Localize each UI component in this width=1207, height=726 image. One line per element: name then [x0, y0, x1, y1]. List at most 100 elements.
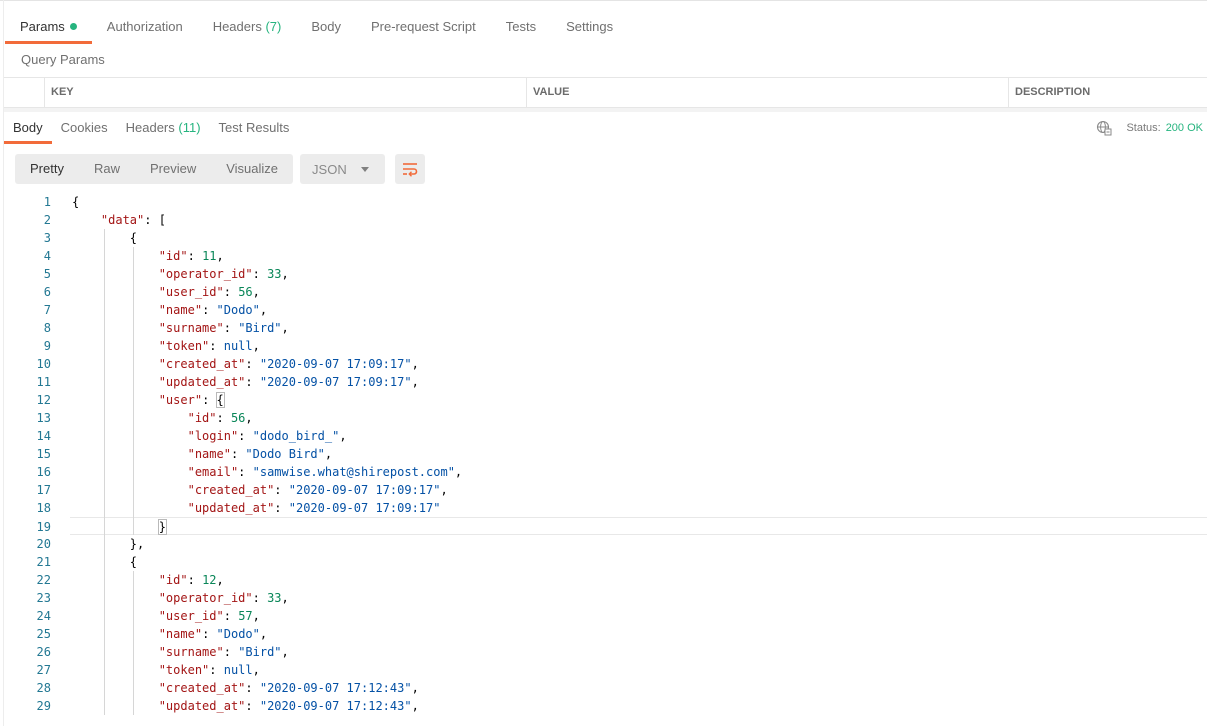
code-line[interactable]: 6 "user_id": 56, — [4, 283, 1207, 301]
code-line[interactable]: 2 "data": [ — [4, 211, 1207, 229]
line-number: 21 — [36, 555, 51, 569]
code-line[interactable]: 8 "surname": "Bird", — [4, 319, 1207, 337]
line-number: 5 — [43, 267, 51, 281]
code-token: "updated_at" — [158, 375, 246, 389]
view-visualize-button[interactable]: Visualize — [211, 154, 293, 184]
globe-icon[interactable] — [1096, 120, 1112, 136]
code-line[interactable]: 17 "created_at": "2020-09-07 17:09:17", — [4, 481, 1207, 499]
code-line[interactable]: 25 "name": "Dodo", — [4, 625, 1207, 643]
tab-label: Headers — [125, 120, 175, 135]
code-token: : — [230, 447, 246, 461]
line-content: "created_at": "2020-09-07 17:09:17", — [72, 355, 419, 373]
code-token: "name" — [187, 447, 231, 461]
tab-label: Body — [13, 120, 43, 135]
response-headers-count: (11) — [178, 120, 201, 135]
tab-test-results[interactable]: Test Results — [210, 113, 299, 144]
code-line[interactable]: 18 "updated_at": "2020-09-07 17:09:17" — [4, 499, 1207, 517]
line-content: "id": 12, — [72, 571, 224, 589]
code-token: "2020-09-07 17:09:17" — [288, 501, 441, 515]
code-line[interactable]: 15 "name": "Dodo Bird", — [4, 445, 1207, 463]
code-token: "Bird" — [238, 645, 282, 659]
code-line[interactable]: 29 "updated_at": "2020-09-07 17:12:43", — [4, 697, 1207, 715]
view-raw-button[interactable]: Raw — [79, 154, 135, 184]
code-line[interactable]: 1{ — [4, 193, 1207, 211]
code-token: : — [187, 249, 203, 263]
code-line[interactable]: 4 "id": 11, — [4, 247, 1207, 265]
code-token: 12 — [202, 573, 217, 587]
code-line[interactable]: 12 "user": { — [4, 391, 1207, 409]
code-line[interactable]: 3 { — [4, 229, 1207, 247]
tab-tests[interactable]: Tests — [491, 10, 551, 44]
column-header-key[interactable]: KEY — [45, 78, 527, 107]
response-toolbar: Pretty Raw Preview Visualize JSON — [15, 154, 426, 184]
indent-guide — [132, 571, 134, 715]
code-token: null — [223, 663, 253, 677]
code-token: "updated_at" — [187, 501, 275, 515]
tab-authorization[interactable]: Authorization — [92, 10, 198, 44]
code-token: "operator_id" — [158, 267, 253, 281]
code-line[interactable]: 28 "created_at": "2020-09-07 17:12:43", — [4, 679, 1207, 697]
format-select[interactable]: JSON — [300, 154, 386, 184]
tab-label: Tests — [505, 19, 537, 34]
line-number: 7 — [43, 303, 51, 317]
line-content: "user_id": 56, — [72, 283, 260, 301]
code-token: 33 — [267, 267, 282, 281]
code-token: , — [440, 483, 448, 497]
view-mode-selector: Pretty Raw Preview Visualize — [15, 154, 294, 184]
code-token: , — [454, 465, 463, 479]
tab-cookies[interactable]: Cookies — [52, 113, 117, 144]
code-line[interactable]: 9 "token": null, — [4, 337, 1207, 355]
code-line[interactable]: 11 "updated_at": "2020-09-07 17:09:17", — [4, 373, 1207, 391]
code-token: { — [215, 392, 225, 408]
code-line[interactable]: 13 "id": 56, — [4, 409, 1207, 427]
code-token: "token" — [158, 663, 210, 677]
code-token: "data" — [100, 213, 145, 227]
code-line[interactable]: 7 "name": "Dodo", — [4, 301, 1207, 319]
column-header-description[interactable]: DESCRIPTION — [1009, 78, 1207, 107]
code-token: : — [245, 357, 260, 371]
code-token: , — [252, 285, 260, 299]
line-content: "created_at": "2020-09-07 17:12:43", — [72, 679, 419, 697]
code-line[interactable]: 24 "user_id": 57, — [4, 607, 1207, 625]
tab-headers[interactable]: Headers (7) — [198, 10, 297, 44]
code-line[interactable]: 14 "login": "dodo_bird_", — [4, 427, 1207, 445]
view-preview-button[interactable]: Preview — [135, 154, 211, 184]
code-token: "login" — [187, 429, 239, 443]
wrap-lines-button[interactable] — [395, 154, 426, 184]
pane-divider[interactable] — [4, 108, 1207, 112]
code-token: , — [281, 267, 289, 281]
tab-response-body[interactable]: Body — [4, 113, 52, 144]
code-line[interactable]: 21 { — [4, 553, 1207, 571]
status-label: Status: — [1126, 122, 1161, 134]
tab-response-headers[interactable]: Headers (11) — [117, 113, 210, 144]
code-line[interactable]: 20 }, — [4, 535, 1207, 553]
code-line[interactable]: 16 "email": "samwise.what@shirepost.com"… — [4, 463, 1207, 481]
code-line[interactable]: 27 "token": null, — [4, 661, 1207, 679]
status-value[interactable]: 200 OK — [1166, 122, 1203, 134]
line-number: 2 — [43, 213, 51, 227]
tab-body[interactable]: Body — [296, 10, 356, 44]
code-line[interactable]: 10 "created_at": "2020-09-07 17:09:17", — [4, 355, 1207, 373]
code-line[interactable]: 23 "operator_id": 33, — [4, 589, 1207, 607]
code-token: : — [202, 627, 217, 641]
code-line[interactable]: 26 "surname": "Bird", — [4, 643, 1207, 661]
status-area: Status: 200 OK — [1096, 120, 1203, 136]
line-content: "token": null, — [72, 661, 260, 679]
response-body-editor[interactable]: 1{2 "data": [3 {4 "id": 11, 5 "operator_i… — [4, 193, 1207, 726]
line-number: 8 — [43, 321, 51, 335]
column-header-value[interactable]: VALUE — [527, 78, 1009, 107]
code-token: "id" — [158, 249, 188, 263]
code-line[interactable]: 22 "id": 12, — [4, 571, 1207, 589]
line-number: 19 — [36, 520, 51, 534]
tab-pre-request-script[interactable]: Pre-request Script — [356, 10, 491, 44]
tab-params[interactable]: Params — [5, 10, 92, 44]
line-number: 10 — [36, 357, 51, 371]
line-content: "name": "Dodo Bird", — [72, 445, 333, 463]
code-token: , — [252, 609, 260, 623]
tab-settings[interactable]: Settings — [551, 10, 628, 44]
code-line[interactable]: 19 } — [37, 517, 1207, 535]
view-pretty-button[interactable]: Pretty — [15, 154, 79, 184]
code-token: "created_at" — [158, 681, 246, 695]
code-line[interactable]: 5 "operator_id": 33, — [4, 265, 1207, 283]
tab-label: Params — [20, 19, 65, 34]
